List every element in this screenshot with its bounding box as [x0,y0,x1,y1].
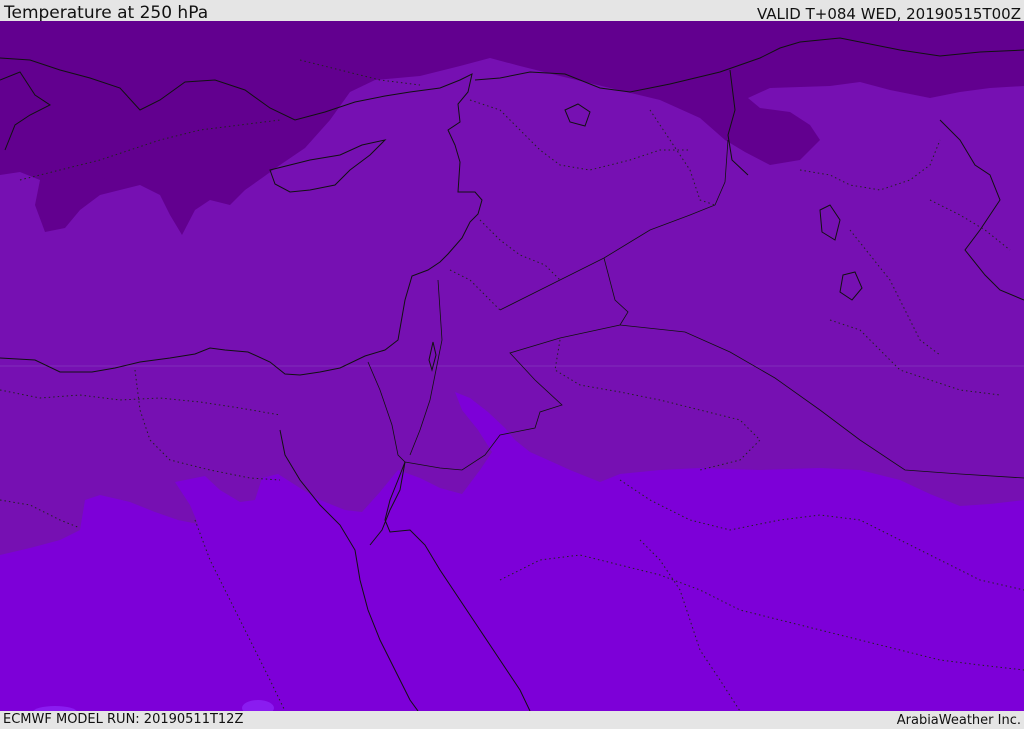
map-footer: ECMWF MODEL RUN: 20190511T12Z ArabiaWeat… [0,711,1024,729]
credit-label: ArabiaWeather Inc. [896,713,1021,728]
model-run-label: ECMWF MODEL RUN: 20190511T12Z [3,712,244,727]
map-canvas [0,21,1024,711]
temperature-map[interactable] [0,21,1024,711]
map-header: Temperature at 250 hPa VALID T+084 WED, … [0,0,1024,23]
